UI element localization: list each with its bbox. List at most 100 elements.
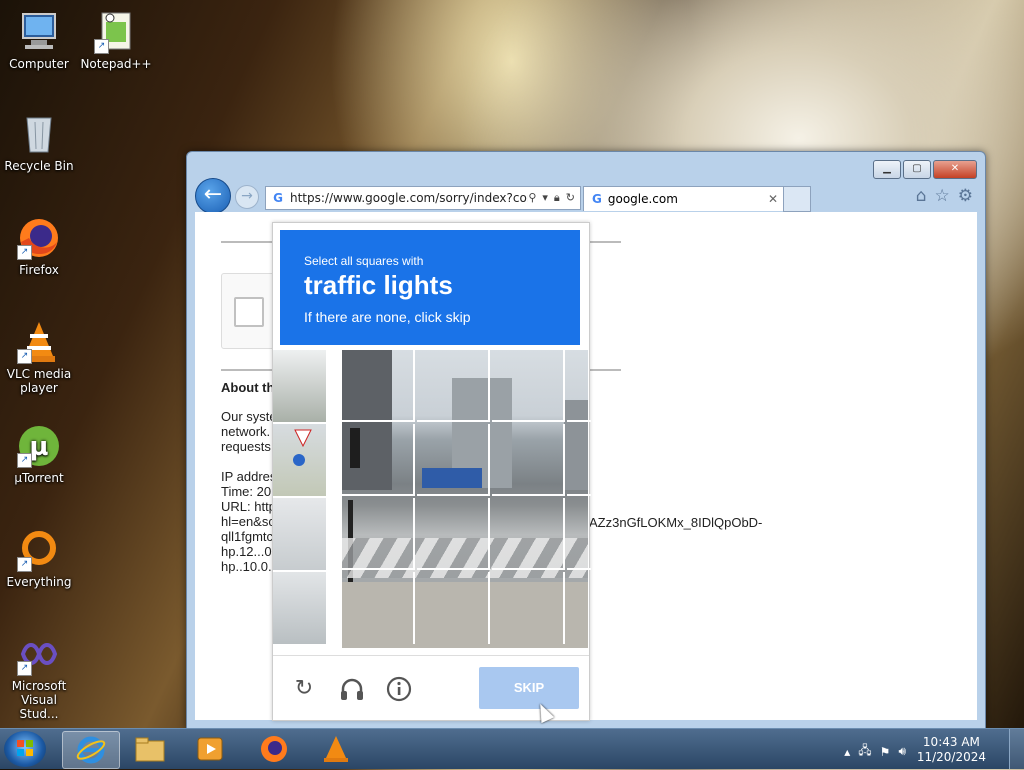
page-text: About th Our syste network. requests IP … (221, 380, 277, 574)
home-icon[interactable]: ⌂ (916, 186, 927, 206)
captcha-tile[interactable] (417, 350, 490, 422)
network-icon[interactable]: 🖧︎ (858, 741, 871, 762)
vlc-icon: ↗ (17, 320, 61, 364)
captcha-tile[interactable] (417, 572, 490, 644)
system-tray: ▴ 🖧︎ ⚑ 🔊︎ (844, 741, 906, 762)
back-arrow-icon: ← (203, 182, 223, 207)
address-url[interactable]: https://www.google.com/sorry/index?cor (290, 191, 528, 205)
taskbar-media-player[interactable] (182, 731, 238, 767)
captcha-tile[interactable] (417, 498, 490, 570)
desktop-icon-utorrent[interactable]: µ ↗ µTorrent (1, 424, 77, 485)
browser-toolbar-right: ⌂ ☆ ⚙ (916, 186, 973, 206)
dropdown-icon[interactable]: ▾ (542, 191, 548, 205)
google-favicon-icon: G (592, 192, 602, 206)
captcha-tile[interactable] (567, 350, 591, 422)
page-paragraph-line: requests (221, 439, 271, 454)
forward-button[interactable]: → (235, 185, 259, 209)
tab-google[interactable]: G google.com ✕ (583, 186, 785, 211)
captcha-prev-tile (273, 350, 326, 422)
captcha-instruction: Select all squares with (304, 254, 424, 268)
action-center-flag-icon[interactable]: ⚑ (880, 745, 891, 759)
captcha-target: traffic lights (304, 270, 453, 300)
clock-time: 10:43 AM (922, 735, 980, 749)
desktop-icon-everything[interactable]: ↗ Everything (1, 528, 77, 589)
reload-icon[interactable]: ↻ (291, 676, 317, 702)
new-tab-button[interactable] (783, 186, 811, 212)
captcha-previous-images (273, 350, 326, 648)
captcha-tile[interactable] (567, 498, 591, 570)
desktop-icon-firefox[interactable]: ↗ Firefox (1, 216, 77, 277)
favorites-star-icon[interactable]: ☆ (935, 186, 950, 206)
page-paragraph-line: Our syste (221, 409, 277, 424)
desktop-icon-label: Notepad++ (80, 57, 152, 71)
captcha-tile[interactable] (342, 350, 415, 422)
shortcut-arrow-icon: ↗ (17, 453, 32, 468)
desktop-icon-recycle-bin[interactable]: Recycle Bin (1, 112, 77, 173)
detail-line: Time: 20 (221, 484, 272, 499)
refresh-icon[interactable]: ↻ (566, 191, 575, 205)
notepadpp-icon: ↗ (94, 10, 138, 54)
everything-icon: ↗ (17, 528, 61, 572)
desktop-icon-vlc[interactable]: ↗ VLC media player (1, 320, 77, 395)
captcha-tile[interactable] (567, 572, 591, 644)
captcha-prev-tile (273, 572, 326, 644)
desktop-icon-notepadpp[interactable]: ↗ Notepad++ (78, 10, 154, 71)
page-paragraph-line: network. (221, 424, 271, 439)
captcha-tile[interactable] (492, 350, 565, 422)
taskbar-firefox[interactable] (246, 731, 302, 767)
taskbar-vlc[interactable] (308, 731, 364, 767)
tab-title: google.com (607, 192, 678, 206)
captcha-tile[interactable] (567, 424, 591, 496)
shortcut-arrow-icon: ↗ (17, 661, 32, 676)
captcha-tile[interactable] (492, 498, 565, 570)
firefox-icon (261, 736, 287, 762)
google-favicon-icon: G (273, 191, 283, 205)
search-icon[interactable]: ⚲ (528, 191, 536, 205)
minimize-button[interactable]: ▁ (873, 160, 901, 179)
tray-expand-icon[interactable]: ▴ (844, 745, 850, 759)
computer-icon (17, 10, 61, 54)
captcha-prev-tile (273, 424, 326, 496)
captcha-header: Select all squares with traffic lights I… (280, 230, 580, 345)
volume-icon[interactable]: 🔊︎ (898, 744, 906, 759)
captcha-subinstruction: If there are none, click skip (304, 309, 471, 325)
captcha-tile[interactable] (492, 424, 565, 496)
tab-close-icon[interactable]: ✕ (768, 192, 778, 206)
audio-headphones-icon[interactable] (339, 676, 365, 702)
address-bar[interactable]: G https://www.google.com/sorry/index?cor… (265, 186, 581, 210)
recycle-bin-icon (17, 112, 61, 156)
shortcut-arrow-icon: ↗ (17, 245, 32, 260)
desktop-icon-visual-studio[interactable]: ↗ Microsoft Visual Stud... (1, 632, 77, 721)
show-desktop-button[interactable] (1009, 729, 1024, 769)
info-icon[interactable] (386, 676, 412, 702)
captcha-tile[interactable] (492, 572, 565, 644)
captcha-tile[interactable] (342, 424, 415, 496)
desktop-icon-label: Everything (6, 575, 72, 589)
desktop-icon-label: Computer (9, 57, 69, 71)
captcha-tile[interactable] (342, 498, 415, 570)
visual-studio-icon: ↗ (17, 632, 61, 676)
close-button[interactable]: ✕ (933, 160, 977, 179)
road-sign-icon (293, 429, 312, 466)
desktop-icon-label: Recycle Bin (4, 159, 74, 173)
desktop-icon-computer[interactable]: Computer (1, 10, 77, 71)
skip-button[interactable]: SKIP (479, 667, 579, 709)
recaptcha-checkbox[interactable] (234, 297, 264, 327)
detail-line: qll1fgmtc (221, 529, 274, 544)
captcha-tile[interactable] (417, 424, 490, 496)
captcha-prev-tile (273, 498, 326, 570)
taskbar-explorer[interactable] (122, 731, 178, 767)
internet-explorer-icon (76, 736, 106, 764)
back-button[interactable]: ← (195, 178, 231, 214)
folder-icon (135, 737, 165, 762)
lock-icon[interactable]: 🔒︎ (554, 191, 560, 205)
maximize-button[interactable]: ▢ (903, 160, 931, 179)
detail-line: hp.12...0 (221, 544, 272, 559)
detail-line: URL: http (221, 499, 276, 514)
clock[interactable]: 10:43 AM 11/20/2024 (917, 735, 986, 765)
media-player-icon (197, 737, 223, 761)
start-button[interactable] (4, 731, 46, 767)
captcha-tile[interactable] (342, 572, 415, 644)
settings-gear-icon[interactable]: ⚙ (958, 186, 973, 206)
taskbar-ie[interactable] (62, 731, 120, 769)
